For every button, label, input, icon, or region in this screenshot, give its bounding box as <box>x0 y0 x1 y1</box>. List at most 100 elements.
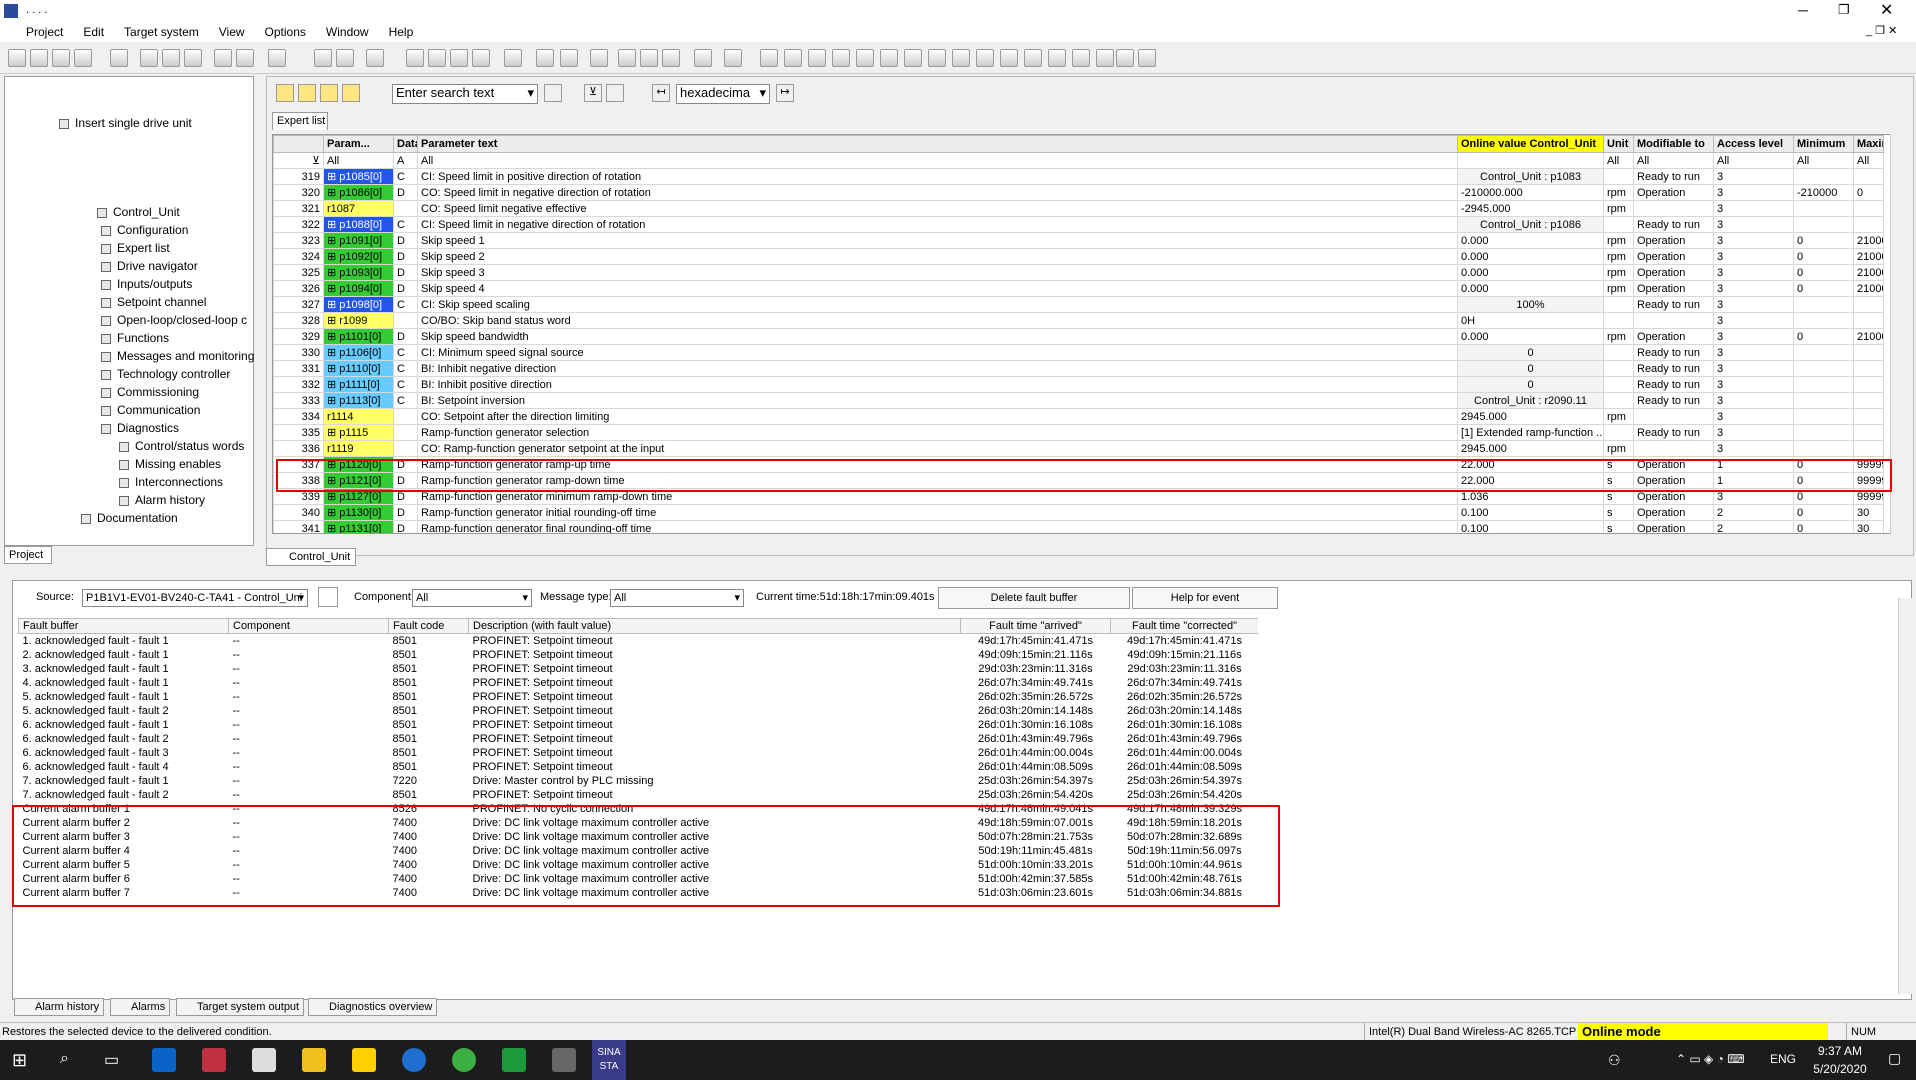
filter-min[interactable]: All <box>1793 152 1854 169</box>
open-icon[interactable] <box>298 84 316 102</box>
toolbar-button-icon[interactable] <box>976 49 994 67</box>
online-value[interactable]: 0.000 <box>1457 280 1604 297</box>
table-row[interactable]: 327 ⊞ p1098[0] C CI: Skip speed scaling 100%… <box>273 296 1884 313</box>
toolbar-button-icon[interactable] <box>314 49 332 67</box>
new-icon[interactable] <box>276 84 294 102</box>
toolbar-button-icon[interactable] <box>406 49 424 67</box>
toolbar-button-icon[interactable] <box>52 49 70 67</box>
filter-settings-icon[interactable] <box>606 84 624 102</box>
col-description[interactable]: Description (with fault value) <box>468 618 961 634</box>
filter-text[interactable]: All <box>417 152 1458 169</box>
app-icon-2[interactable] <box>202 1048 226 1072</box>
table-row[interactable]: 329 ⊞ p1101[0] D Skip speed bandwidth 0.000 r… <box>273 328 1884 345</box>
table-row[interactable]: 341 ⊞ p1131[0] D Ramp-function generator fi… <box>273 520 1884 533</box>
toolbar-button-icon[interactable] <box>856 49 874 67</box>
tree-item[interactable]: Drive navigator <box>101 258 198 275</box>
toolbar-button-icon[interactable] <box>724 49 742 67</box>
list-item[interactable]: 5. acknowledged fault - fault 2 -- 8501 PRO… <box>19 704 1259 718</box>
tree-item[interactable]: Setpoint channel <box>101 294 206 311</box>
col-component[interactable]: Component <box>228 618 389 634</box>
table-row[interactable]: 319 ⊞ p1085[0] C CI: Speed limit in positiv… <box>273 168 1884 185</box>
clock-time[interactable]: 9:37 AM <box>1808 1044 1872 1058</box>
table-row[interactable]: 332 ⊞ p1111[0] C BI: Inhibit positive direc… <box>273 376 1884 393</box>
msgtype-select[interactable]: All <box>610 589 744 607</box>
tab-diagnostics-overview[interactable]: Diagnostics overview <box>308 998 438 1016</box>
app-icon-8[interactable] <box>502 1048 526 1072</box>
app-icon-9[interactable] <box>552 1048 576 1072</box>
close-icon[interactable]: ✕ <box>1880 0 1893 20</box>
app-icon-5[interactable] <box>352 1048 376 1072</box>
tree-item[interactable]: Commissioning <box>101 384 199 401</box>
notification-icon[interactable]: ▢ <box>1888 1050 1901 1067</box>
tab-target-system-output[interactable]: Target system output <box>176 998 305 1016</box>
compare-icon[interactable] <box>342 84 360 102</box>
toolbar-button-icon[interactable] <box>1072 49 1090 67</box>
search-icon[interactable]: ⌕ <box>60 1050 69 1068</box>
app-icon-4[interactable] <box>302 1048 326 1072</box>
language-indicator[interactable]: ENG <box>1770 1052 1796 1066</box>
table-row[interactable]: 322 ⊞ p1088[0] C CI: Speed limit in negativ… <box>273 216 1884 233</box>
toolbar-button-icon[interactable] <box>928 49 946 67</box>
tab-alarms[interactable]: Alarms <box>110 998 171 1016</box>
toolbar-button-icon[interactable] <box>1048 49 1066 67</box>
toolbar-button-icon[interactable] <box>560 49 578 67</box>
task-view-icon[interactable]: ▭ <box>104 1050 119 1070</box>
tab-alarm-history[interactable]: Alarm history <box>14 998 105 1016</box>
col-fault-buffer[interactable]: Fault buffer <box>18 618 229 634</box>
col-modifiable[interactable]: Modifiable to <box>1633 135 1714 153</box>
table-row[interactable]: 324 ⊞ p1092[0] D Skip speed 2 0.000 rpm Operat… <box>273 248 1884 265</box>
online-value[interactable]: 2945.000 <box>1457 408 1604 425</box>
online-value[interactable]: 0 <box>1457 376 1604 393</box>
tab-project[interactable]: Project <box>4 546 52 564</box>
binoculars-icon[interactable] <box>544 84 562 102</box>
col-unit[interactable]: Unit <box>1603 135 1634 153</box>
ie-icon[interactable] <box>402 1048 426 1072</box>
tree-item[interactable]: Functions <box>101 330 169 347</box>
list-item[interactable]: 5. acknowledged fault - fault 1 -- 8501 PRO… <box>19 690 1259 704</box>
tree-item[interactable]: Documentation <box>81 510 178 527</box>
expert-scrollbar[interactable] <box>1890 134 1906 534</box>
table-row[interactable]: 333 ⊞ p1113[0] C BI: Setpoint inversion Cont… <box>273 392 1884 409</box>
online-value[interactable]: 0.100 <box>1457 504 1604 521</box>
tree-item[interactable]: Open-loop/closed-loop c <box>101 312 247 329</box>
toolbar-button-icon[interactable] <box>662 49 680 67</box>
tree-item[interactable]: Control_Unit <box>97 204 180 221</box>
table-row[interactable]: 325 ⊞ p1093[0] D Skip speed 3 0.000 rpm Operat… <box>273 264 1884 281</box>
online-value[interactable]: [1] Extended ramp-function ... <box>1457 424 1604 441</box>
toolbar-button-icon[interactable] <box>1000 49 1018 67</box>
tree-item[interactable]: Control/status words <box>119 438 244 455</box>
tree-item[interactable]: Messages and monitoring <box>101 348 254 365</box>
list-item[interactable]: 6. acknowledged fault - fault 4 -- 8501 PRO… <box>19 760 1259 774</box>
online-value[interactable]: Control_Unit : p1083 <box>1457 168 1604 185</box>
toolbar-button-icon[interactable] <box>428 49 446 67</box>
table-row[interactable]: 331 ⊞ p1110[0] C BI: Inhibit negative direc… <box>273 360 1884 377</box>
source-select[interactable]: P1B1V1-EV01-BV240-C-TA41 - Control_Uni <box>82 589 308 607</box>
toolbar-button-icon[interactable] <box>110 49 128 67</box>
list-item[interactable]: 3. acknowledged fault - fault 1 -- 8501 PRO… <box>19 662 1259 676</box>
online-value[interactable]: 0.000 <box>1457 248 1604 265</box>
format-select[interactable]: hexadecima <box>676 84 770 104</box>
online-value[interactable]: 0.000 <box>1457 232 1604 249</box>
toolbar-button-icon[interactable] <box>214 49 232 67</box>
col-access[interactable]: Access level <box>1713 135 1794 153</box>
list-item[interactable]: 6. acknowledged fault - fault 2 -- 8501 PRO… <box>19 732 1259 746</box>
toolbar-button-icon[interactable] <box>618 49 636 67</box>
list-item[interactable]: 7. acknowledged fault - fault 2 -- 8501 PRO… <box>19 788 1259 802</box>
filter-icon[interactable]: ⊻ <box>584 84 602 102</box>
online-value[interactable]: 0.000 <box>1457 264 1604 281</box>
tree-item[interactable]: Missing enables <box>119 456 221 473</box>
toolbar-button-icon[interactable] <box>1024 49 1042 67</box>
toolbar-button-icon[interactable] <box>162 49 180 67</box>
toolbar-button-icon[interactable] <box>808 49 826 67</box>
search-input[interactable]: Enter search text <box>392 84 538 104</box>
delete-fault-buffer-button[interactable]: Delete fault buffer <box>938 587 1130 609</box>
online-value[interactable]: -2945.000 <box>1457 200 1604 217</box>
toolbar-button-icon[interactable] <box>1096 49 1114 67</box>
maximize-icon[interactable]: ❐ <box>1838 2 1850 18</box>
toolbar-button-icon[interactable] <box>74 49 92 67</box>
tree-item[interactable]: Communication <box>101 402 200 419</box>
tray-icons[interactable]: ⌃ ▭ ◈ ◔ ⌨ <box>1676 1052 1745 1066</box>
toolbar-button-icon[interactable] <box>268 49 286 67</box>
menu-window[interactable]: Window <box>326 25 369 39</box>
outlook-icon[interactable] <box>152 1048 176 1072</box>
